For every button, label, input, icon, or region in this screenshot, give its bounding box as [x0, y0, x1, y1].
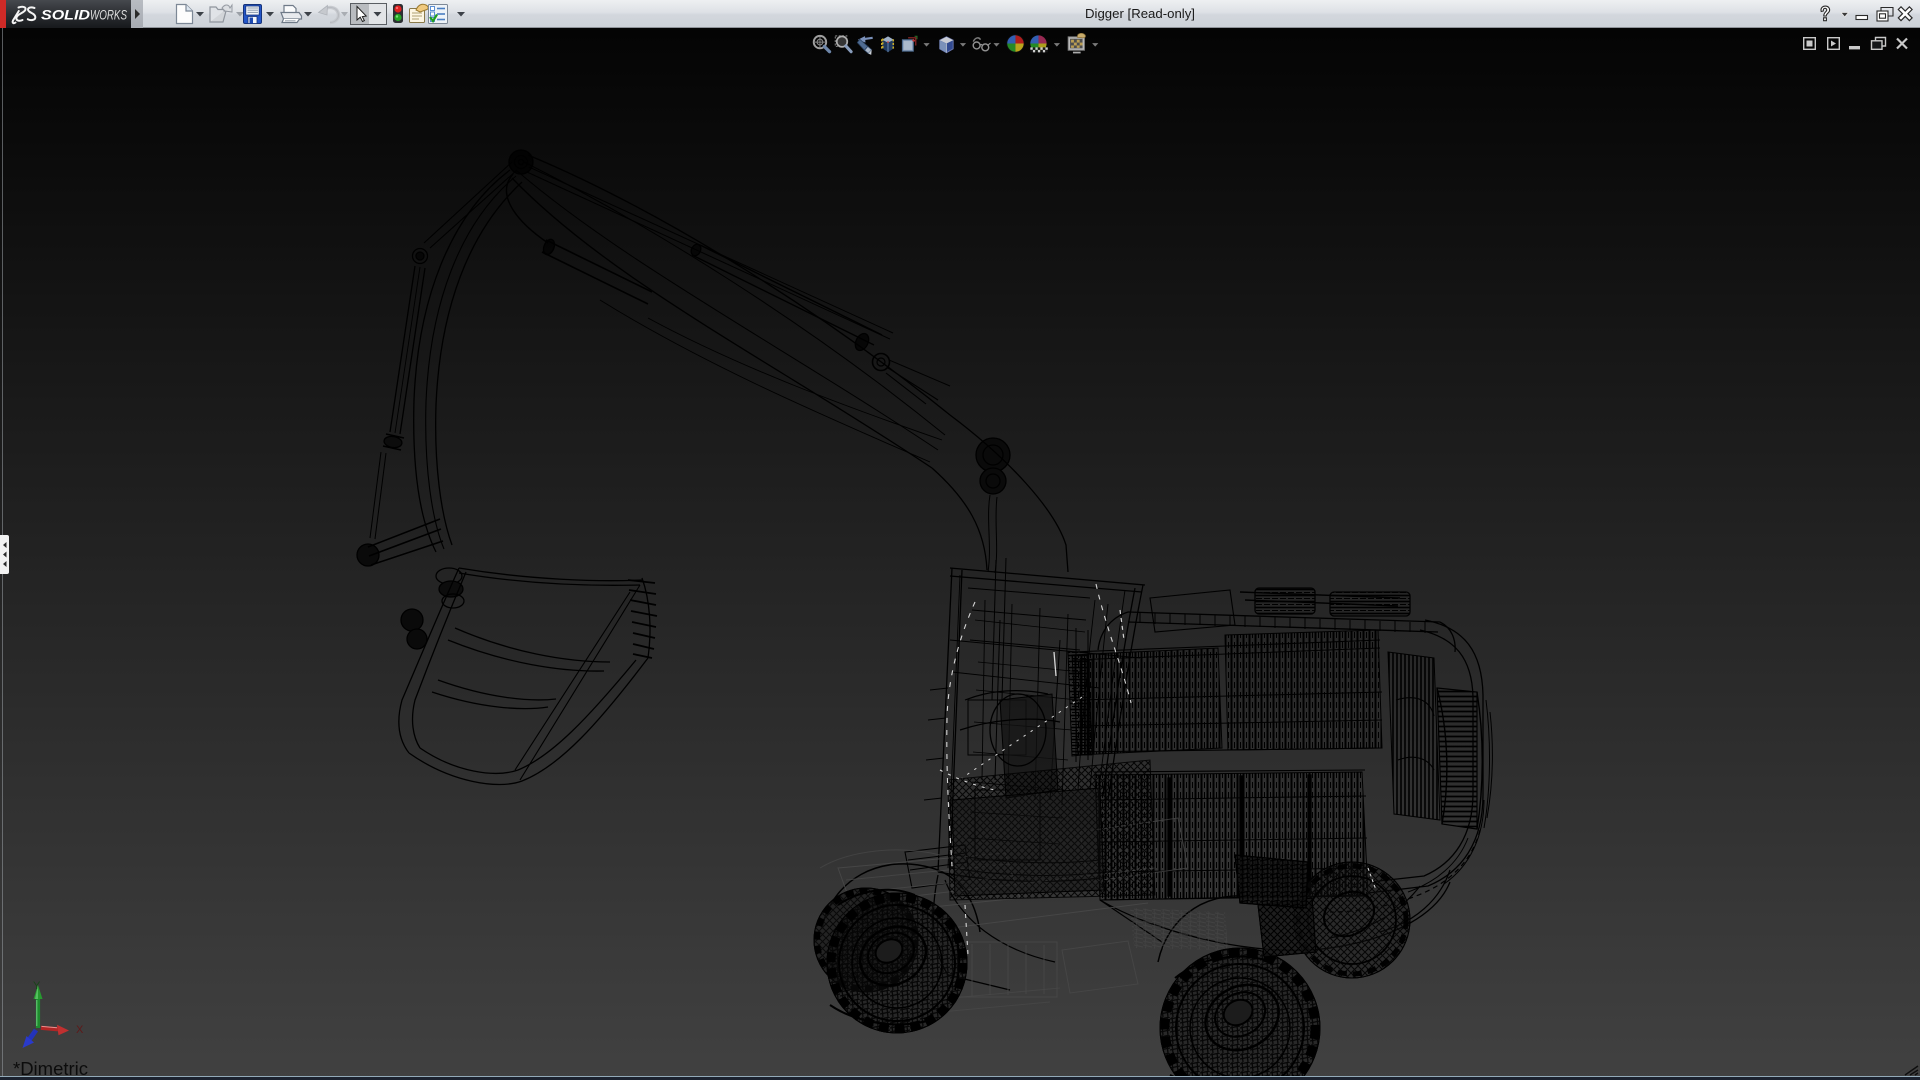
- svg-text:X: X: [76, 1024, 84, 1036]
- svg-text:WORKS: WORKS: [90, 8, 127, 23]
- svg-text:SOLID: SOLID: [41, 8, 90, 23]
- svg-text:Y: Y: [33, 980, 41, 992]
